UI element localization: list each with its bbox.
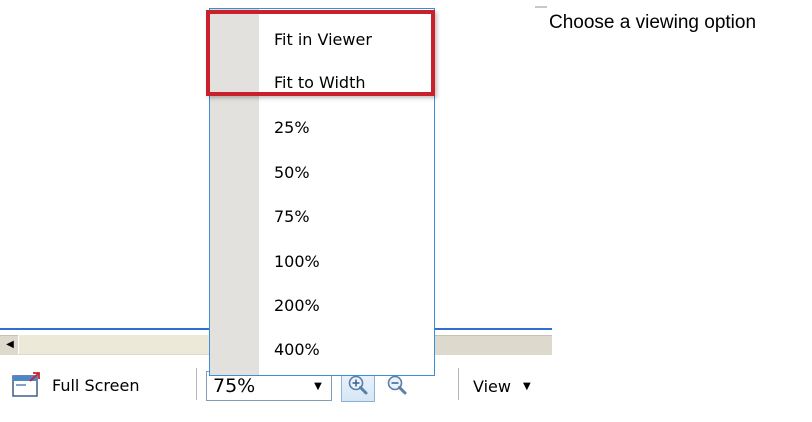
menu-item-100[interactable]: 100% — [274, 252, 320, 271]
view-menu-button[interactable]: View ▼ — [473, 372, 531, 400]
annotation-tick — [535, 6, 547, 8]
highlight-box — [206, 10, 435, 96]
view-label: View — [473, 376, 511, 396]
full-screen-label: Full Screen — [52, 375, 140, 395]
chevron-down-icon: ▼ — [522, 380, 531, 392]
scroll-left-arrow-icon[interactable]: ◀ — [2, 335, 18, 354]
fullscreen-icon — [12, 372, 40, 397]
menu-item-50[interactable]: 50% — [274, 163, 310, 182]
zoom-out-icon — [387, 375, 407, 395]
toolbar-separator — [196, 368, 197, 400]
zoom-in-icon — [348, 375, 368, 395]
zoom-level-value: 75% — [213, 375, 256, 397]
toolbar-separator — [458, 368, 459, 400]
menu-item-25[interactable]: 25% — [274, 118, 310, 137]
annotation-text: Choose a viewing option — [549, 12, 757, 33]
menu-item-75[interactable]: 75% — [274, 207, 310, 226]
scrollbar-thumb[interactable] — [18, 335, 210, 354]
menu-item-200[interactable]: 200% — [274, 296, 320, 315]
chevron-down-icon: ▼ — [314, 380, 322, 392]
full-screen-button[interactable]: Full Screen — [12, 370, 139, 400]
menu-item-400[interactable]: 400% — [274, 340, 320, 359]
